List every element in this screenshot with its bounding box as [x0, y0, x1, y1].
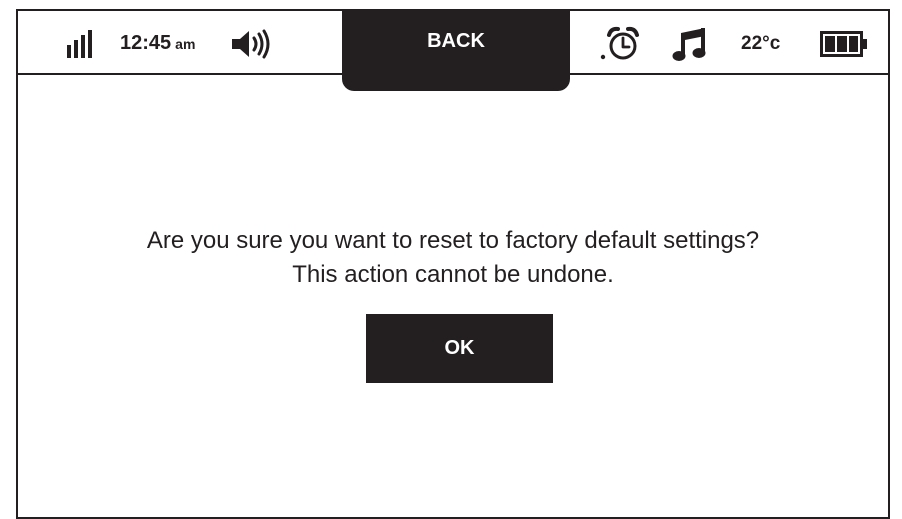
volume-icon[interactable]: [232, 29, 272, 59]
signal-icon: [67, 30, 92, 58]
clock: 12:45 am: [120, 30, 195, 57]
dialog-message: Are you sure you want to reset to factor…: [16, 224, 890, 292]
battery-icon: [820, 31, 867, 57]
ok-button[interactable]: OK: [366, 314, 553, 383]
music-icon: [672, 28, 706, 61]
clock-ampm: am: [175, 36, 196, 52]
dialog-message-line-1: Are you sure you want to reset to factor…: [146, 227, 760, 254]
alarm-icon: [600, 26, 639, 60]
back-button[interactable]: BACK: [342, 9, 570, 91]
clock-time: 12:45: [120, 32, 172, 54]
temperature-readout: 22°c: [741, 33, 781, 54]
dialog-message-line-2: This action cannot be undone.: [292, 261, 614, 288]
